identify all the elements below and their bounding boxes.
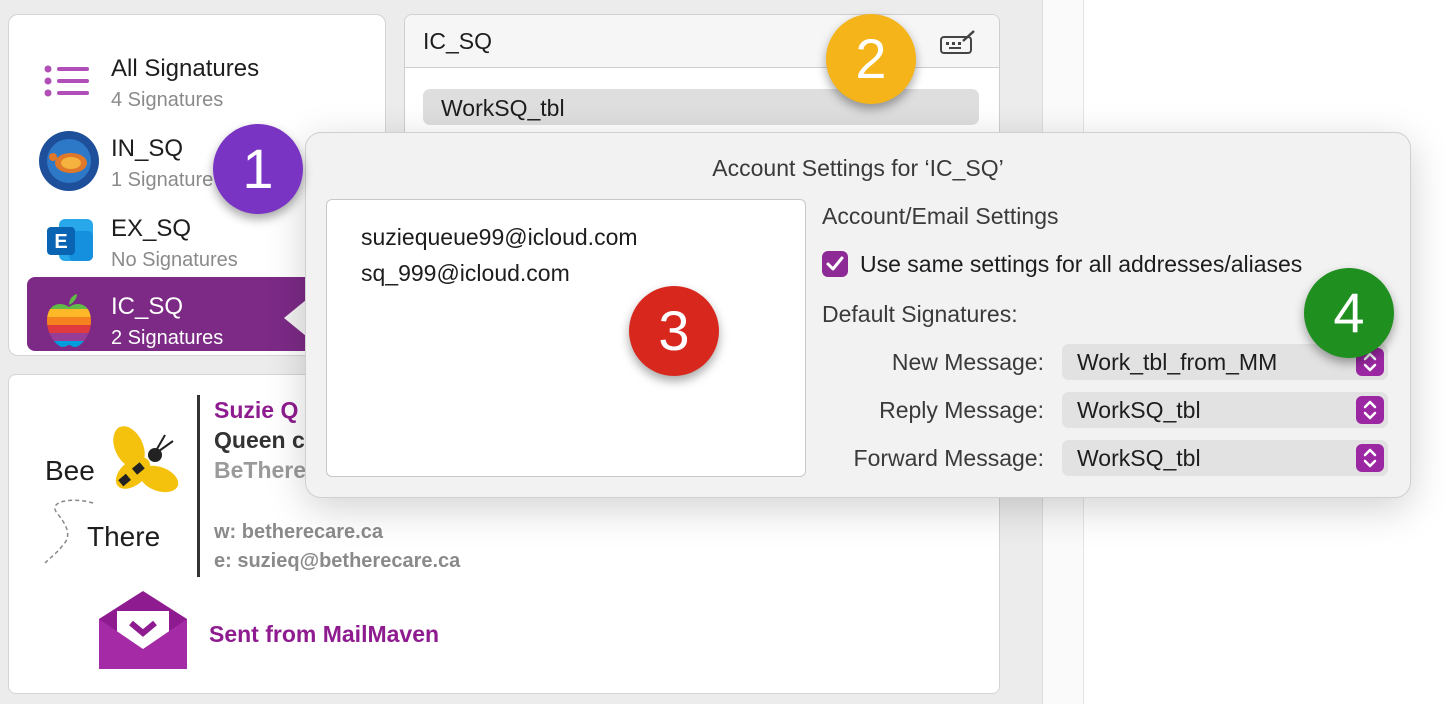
bee-icon (113, 426, 179, 493)
signature-email: e: suzieq@betherecare.ca (214, 550, 461, 572)
mailmaven-logo-icon (99, 591, 187, 669)
account-count: 1 Signature (111, 169, 214, 191)
stepper-icon (1356, 444, 1384, 472)
sent-from-text: Sent from MailMaven (209, 621, 440, 647)
popover-arrow (284, 300, 306, 336)
account-count: No Signatures (111, 249, 238, 271)
stepper-icon (1356, 396, 1384, 424)
select-value: WorkSQ_tbl (1077, 445, 1201, 471)
svg-text:E: E (54, 231, 67, 253)
address-list: suziequeue99@icloud.com sq_999@icloud.co… (326, 199, 806, 477)
forward-message-label: Forward Message: (853, 445, 1044, 471)
signature-company: BeThere (214, 457, 307, 483)
account-all-signatures[interactable]: All Signatures 4 Signatures (27, 39, 367, 113)
account-name: IC_SQ (111, 293, 184, 320)
callout-badge-2: 2 (826, 14, 916, 104)
account-count: 4 Signatures (111, 89, 224, 111)
logo-text-top: Bee (45, 455, 95, 486)
reply-message-select[interactable]: WorkSQ_tbl (1062, 392, 1388, 428)
account-name: IN_SQ (111, 135, 184, 162)
signature-name: Suzie Q (214, 397, 299, 423)
account-name: EX_SQ (111, 215, 192, 242)
popover-title: Account Settings for ‘IC_SQ’ (712, 155, 1004, 181)
checkbox[interactable] (822, 251, 848, 277)
divider (197, 395, 200, 577)
account-count: 2 Signatures (111, 327, 224, 349)
exchange-icon: E (39, 211, 99, 271)
logo-text-bottom: There (87, 521, 161, 552)
default-signatures-label: Default Signatures: (822, 301, 1018, 327)
callout-badge-3: 3 (629, 286, 719, 376)
settings-section-title: Account/Email Settings (822, 203, 1059, 229)
list-icon (39, 51, 99, 111)
address-item[interactable]: sq_999@icloud.com (361, 260, 570, 287)
signature-item-label: WorkSQ_tbl (441, 95, 565, 121)
checkbox-label: Use same settings for all addresses/alia… (860, 251, 1303, 277)
account-settings-popover: Account Settings for ‘IC_SQ’ suziequeue9… (305, 132, 1411, 498)
forward-message-select[interactable]: WorkSQ_tbl (1062, 440, 1388, 476)
callout-badge-4: 4 (1304, 268, 1394, 358)
account-name: All Signatures (111, 55, 260, 82)
keyboard-edit-icon[interactable] (939, 29, 977, 60)
signature-job-title: Queen c (214, 427, 305, 453)
new-message-label: New Message: (891, 349, 1044, 375)
apple-rainbow-icon (39, 289, 99, 349)
signature-list-title: IC_SQ (423, 28, 493, 54)
address-item[interactable]: suziequeue99@icloud.com (361, 224, 638, 251)
turtle-avatar-icon (39, 131, 99, 191)
checkmark-icon (826, 256, 844, 271)
callout-badge-1: 1 (213, 124, 303, 214)
select-value: WorkSQ_tbl (1077, 397, 1201, 423)
select-value: Work_tbl_from_MM (1077, 349, 1278, 375)
reply-message-label: Reply Message: (879, 397, 1044, 423)
signature-website: w: betherecare.ca (214, 521, 383, 543)
